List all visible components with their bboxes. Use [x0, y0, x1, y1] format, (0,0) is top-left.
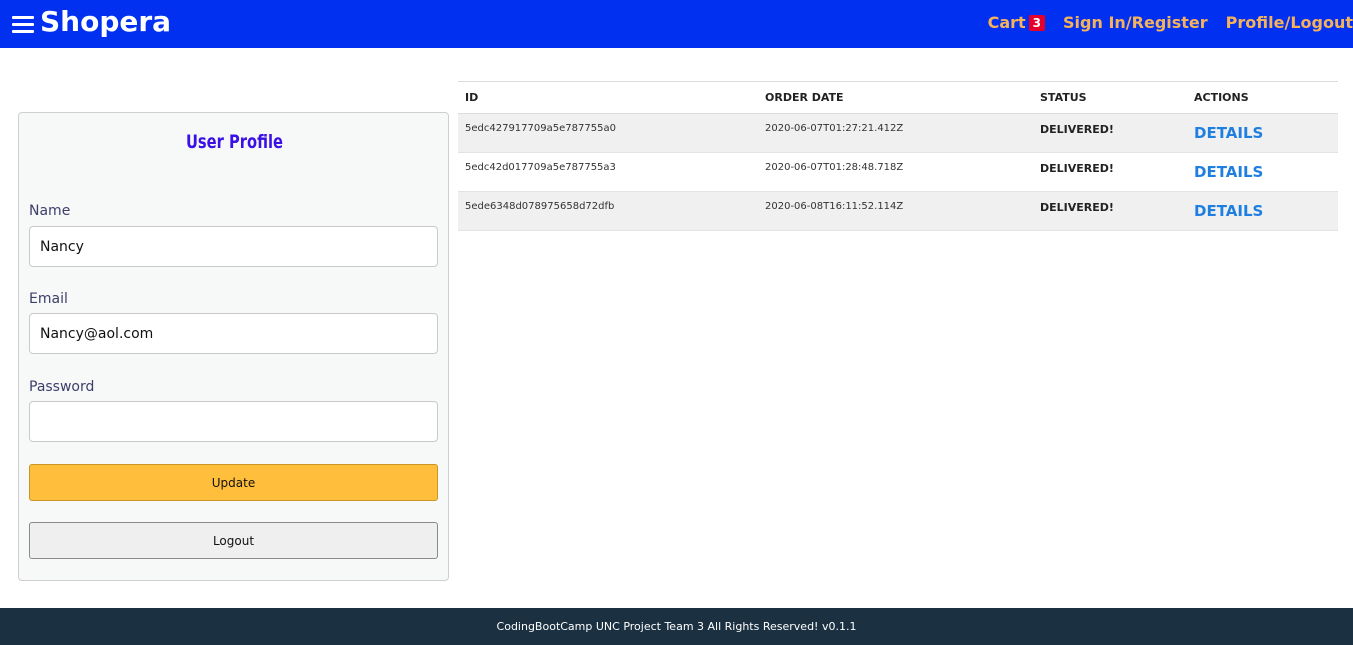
top-navbar: Shopera Cart 3 Sign In/Register Profile/L…: [0, 0, 1353, 48]
profile-logout-link[interactable]: Profile/Logout: [1226, 13, 1353, 32]
column-header-id: ID: [458, 81, 758, 114]
email-label: Email: [29, 291, 68, 307]
user-profile-card: User Profile Name Email Password Update …: [18, 112, 449, 581]
cart-count-badge: 3: [1028, 15, 1046, 31]
name-label: Name: [29, 203, 71, 219]
order-date: 2020-06-07T01:28:48.718Z: [758, 152, 1033, 192]
order-status: DELIVERED!: [1033, 152, 1187, 192]
order-status: DELIVERED!: [1033, 113, 1187, 153]
details-link[interactable]: DETAILS: [1194, 124, 1263, 142]
order-id: 5edc42d017709a5e787755a3: [458, 152, 758, 192]
order-id: 5ede6348d078975658d72dfb: [458, 191, 758, 231]
name-field[interactable]: [29, 226, 438, 267]
nav-links: Cart 3 Sign In/Register Profile/Logout: [970, 13, 1353, 32]
logout-button[interactable]: Logout: [29, 522, 438, 559]
profile-title: User Profile: [185, 131, 284, 153]
password-label: Password: [29, 379, 95, 395]
cart-link[interactable]: Cart 3: [987, 13, 1046, 32]
order-action-cell: DETAILS: [1187, 113, 1338, 153]
table-row: 5ede6348d078975658d72dfb 2020-06-08T16:1…: [458, 191, 1338, 231]
table-row: 5edc427917709a5e787755a0 2020-06-07T01:2…: [458, 113, 1338, 153]
order-date: 2020-06-07T01:27:21.412Z: [758, 113, 1033, 153]
footer-copyright: CodingBootCamp UNC Project Team 3 All Ri…: [496, 620, 857, 633]
order-action-cell: DETAILS: [1187, 191, 1338, 231]
hamburger-menu-icon[interactable]: [12, 12, 34, 36]
brand-logo[interactable]: Shopera: [40, 5, 171, 38]
footer: CodingBootCamp UNC Project Team 3 All Ri…: [0, 608, 1353, 645]
orders-table: ID ORDER DATE STATUS ACTIONS 5edc4279177…: [458, 81, 1338, 231]
order-action-cell: DETAILS: [1187, 152, 1338, 192]
order-id: 5edc427917709a5e787755a0: [458, 113, 758, 153]
password-field[interactable]: [29, 401, 438, 442]
cart-label: Cart: [987, 13, 1026, 32]
order-status: DELIVERED!: [1033, 191, 1187, 231]
details-link[interactable]: DETAILS: [1194, 202, 1263, 220]
update-button[interactable]: Update: [29, 464, 438, 501]
column-header-status: STATUS: [1033, 81, 1187, 114]
email-field[interactable]: [29, 313, 438, 354]
signin-register-link[interactable]: Sign In/Register: [1063, 13, 1208, 32]
column-header-actions: ACTIONS: [1187, 81, 1338, 114]
order-date: 2020-06-08T16:11:52.114Z: [758, 191, 1033, 231]
table-header-row: ID ORDER DATE STATUS ACTIONS: [458, 81, 1338, 114]
table-row: 5edc42d017709a5e787755a3 2020-06-07T01:2…: [458, 152, 1338, 192]
details-link[interactable]: DETAILS: [1194, 163, 1263, 181]
column-header-order-date: ORDER DATE: [758, 81, 1033, 114]
